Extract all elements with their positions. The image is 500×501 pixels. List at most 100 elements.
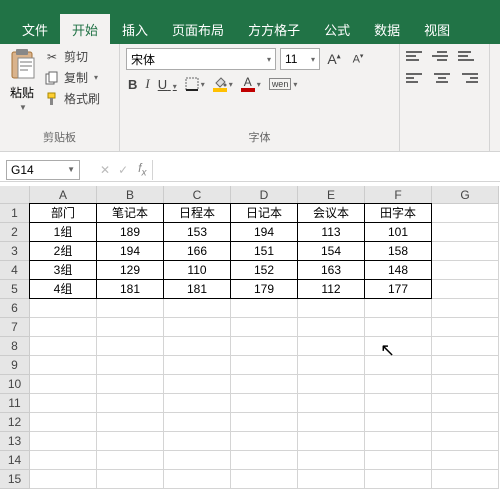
select-all-corner[interactable] <box>0 186 30 204</box>
cell[interactable]: 166 <box>163 241 231 261</box>
cell[interactable] <box>164 394 231 413</box>
cell[interactable]: 3组 <box>29 260 97 280</box>
cell[interactable] <box>97 394 164 413</box>
format-painter-button[interactable]: 格式刷 <box>44 90 100 107</box>
align-left-icon[interactable] <box>406 70 426 86</box>
enter-icon[interactable]: ✓ <box>118 163 128 177</box>
cell[interactable] <box>231 432 298 451</box>
cell[interactable] <box>164 356 231 375</box>
cell[interactable] <box>164 299 231 318</box>
cell[interactable] <box>432 318 499 337</box>
cell[interactable] <box>432 375 499 394</box>
cell[interactable] <box>30 299 97 318</box>
row-header-5[interactable]: 5 <box>0 280 30 299</box>
cell[interactable] <box>30 451 97 470</box>
cell[interactable]: 181 <box>163 279 231 299</box>
cell[interactable] <box>164 413 231 432</box>
row-header-7[interactable]: 7 <box>0 318 30 337</box>
row-header-1[interactable]: 1 <box>0 204 30 223</box>
cell[interactable] <box>30 318 97 337</box>
cell[interactable] <box>30 356 97 375</box>
cell[interactable] <box>97 432 164 451</box>
cell[interactable] <box>97 337 164 356</box>
name-box[interactable]: G14▼ <box>6 160 80 180</box>
cell[interactable] <box>97 299 164 318</box>
cell[interactable]: 194 <box>230 222 298 242</box>
cell[interactable]: 113 <box>297 222 365 242</box>
cell[interactable]: 会议本 <box>297 203 365 223</box>
tab-fangfang[interactable]: 方方格子 <box>236 14 312 45</box>
decrease-font-icon[interactable]: A▾ <box>348 52 368 66</box>
cell[interactable] <box>97 356 164 375</box>
cell[interactable]: 笔记本 <box>96 203 164 223</box>
cell[interactable] <box>432 470 499 489</box>
tab-insert[interactable]: 插入 <box>110 14 160 45</box>
align-top-icon[interactable] <box>406 48 426 64</box>
cell[interactable]: 158 <box>364 241 432 261</box>
cell[interactable] <box>97 375 164 394</box>
cell[interactable] <box>365 337 432 356</box>
cell[interactable] <box>432 432 499 451</box>
row-header-9[interactable]: 9 <box>0 356 30 375</box>
cell[interactable]: 部门 <box>29 203 97 223</box>
cell[interactable] <box>298 375 365 394</box>
cell[interactable] <box>30 432 97 451</box>
cell[interactable] <box>432 356 499 375</box>
cell[interactable] <box>231 337 298 356</box>
tab-page-layout[interactable]: 页面布局 <box>160 14 236 45</box>
cell[interactable]: 177 <box>364 279 432 299</box>
cell[interactable]: 101 <box>364 222 432 242</box>
row-header-15[interactable]: 15 <box>0 470 30 489</box>
align-bottom-icon[interactable] <box>458 48 478 64</box>
col-header-A[interactable]: A <box>30 186 97 204</box>
cell[interactable] <box>231 356 298 375</box>
cell[interactable] <box>97 470 164 489</box>
tab-view[interactable]: 视图 <box>412 14 462 45</box>
row-header-3[interactable]: 3 <box>0 242 30 261</box>
border-button[interactable]: ▾ <box>185 77 205 91</box>
cell[interactable] <box>231 318 298 337</box>
cell[interactable] <box>30 375 97 394</box>
cell[interactable]: 153 <box>163 222 231 242</box>
cell[interactable] <box>298 394 365 413</box>
cell[interactable] <box>432 280 499 299</box>
cell[interactable] <box>432 299 499 318</box>
cell[interactable] <box>432 204 499 223</box>
col-header-B[interactable]: B <box>97 186 164 204</box>
cell[interactable] <box>231 375 298 394</box>
cell[interactable] <box>298 470 365 489</box>
cell[interactable] <box>298 413 365 432</box>
cell[interactable]: 179 <box>230 279 298 299</box>
cell[interactable] <box>298 356 365 375</box>
cell[interactable] <box>164 451 231 470</box>
italic-button[interactable]: I <box>145 76 149 92</box>
row-header-6[interactable]: 6 <box>0 299 30 318</box>
cell[interactable]: 110 <box>163 260 231 280</box>
cell[interactable] <box>365 432 432 451</box>
cell[interactable]: 148 <box>364 260 432 280</box>
cell[interactable] <box>97 318 164 337</box>
cell[interactable] <box>164 375 231 394</box>
cell[interactable] <box>30 394 97 413</box>
cell[interactable] <box>432 413 499 432</box>
font-color-button[interactable]: A▾ <box>241 76 261 92</box>
cell[interactable]: 152 <box>230 260 298 280</box>
align-right-icon[interactable] <box>458 70 478 86</box>
tab-formulas[interactable]: 公式 <box>312 14 362 45</box>
fx-icon[interactable]: fx <box>138 161 146 178</box>
cell[interactable] <box>97 413 164 432</box>
cell[interactable] <box>298 451 365 470</box>
row-header-11[interactable]: 11 <box>0 394 30 413</box>
cell[interactable] <box>164 337 231 356</box>
cell[interactable]: 151 <box>230 241 298 261</box>
cell[interactable]: 129 <box>96 260 164 280</box>
cell[interactable] <box>231 299 298 318</box>
cell[interactable] <box>298 318 365 337</box>
paste-dropdown-icon[interactable]: ▼ <box>19 103 27 112</box>
cell[interactable]: 日程本 <box>163 203 231 223</box>
cell[interactable]: 181 <box>96 279 164 299</box>
col-header-C[interactable]: C <box>164 186 231 204</box>
col-header-F[interactable]: F <box>365 186 432 204</box>
align-center-icon[interactable] <box>432 70 452 86</box>
cell[interactable]: 2组 <box>29 241 97 261</box>
